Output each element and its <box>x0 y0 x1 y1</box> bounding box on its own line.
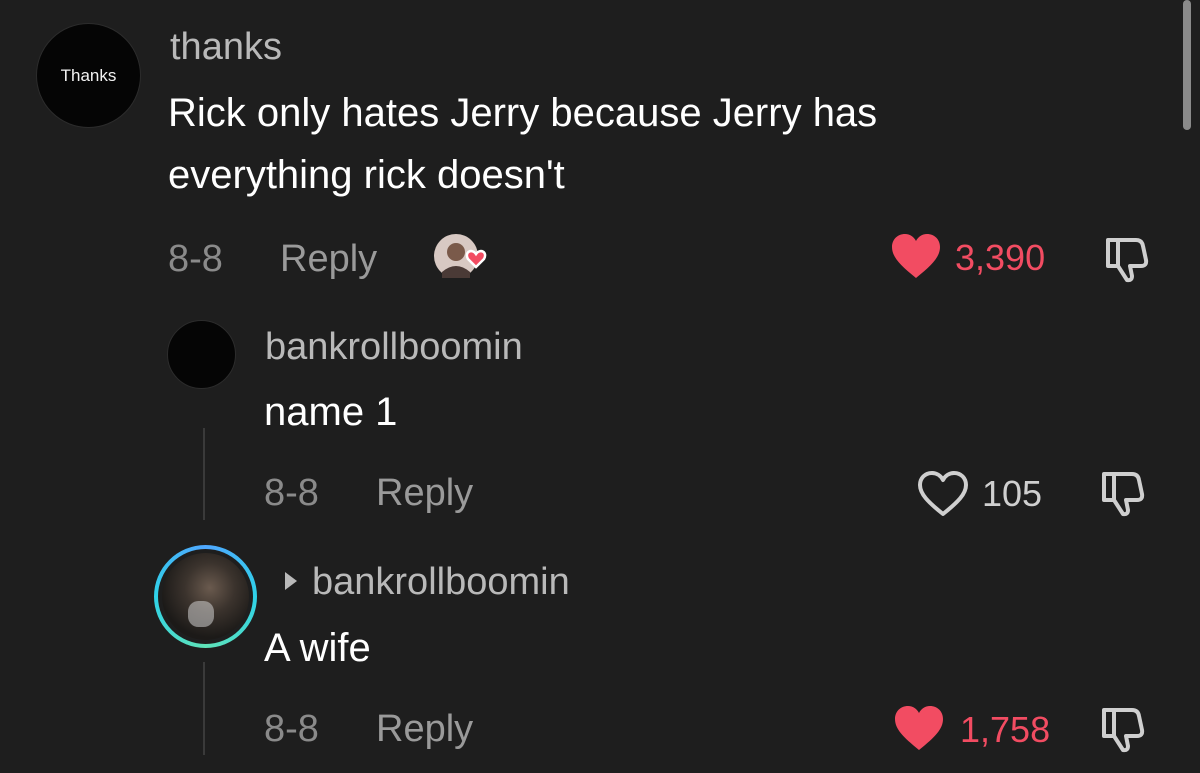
reply-text: name 1 <box>264 390 398 434</box>
heart-icon <box>892 234 940 278</box>
thread-line <box>203 428 205 520</box>
reply-date: 8-8 <box>264 472 319 514</box>
reply-to-indicator <box>282 570 300 592</box>
avatar-thanks[interactable]: Thanks <box>36 23 141 128</box>
creator-avatar-icon <box>434 234 487 278</box>
avatar-photo <box>162 553 249 640</box>
avatar-label: Thanks <box>60 65 117 85</box>
thumbs-down-icon <box>1102 472 1145 517</box>
reply-text: A wife <box>264 626 371 670</box>
heart-outline-icon <box>918 471 968 516</box>
reply-button[interactable]: Reply <box>376 474 473 512</box>
scrollbar[interactable] <box>1183 0 1191 130</box>
avatar-bankrollboomin[interactable] <box>167 320 236 389</box>
dislike-button[interactable] <box>1098 468 1150 518</box>
heart-icon <box>895 706 943 750</box>
triangle-right-icon <box>285 572 297 590</box>
like-count: 3,390 <box>955 237 1046 278</box>
dislike-button[interactable] <box>1098 704 1150 754</box>
like-count: 1,758 <box>960 709 1051 750</box>
avatar-inner <box>158 549 253 644</box>
like-button[interactable] <box>893 705 945 753</box>
reply-button[interactable]: Reply <box>376 710 473 748</box>
thread-line <box>203 662 205 755</box>
like-count: 105 <box>982 473 1043 514</box>
comment-username[interactable]: thanks <box>170 28 282 66</box>
thumbs-down-icon <box>1102 708 1145 753</box>
like-button[interactable] <box>916 470 970 518</box>
avatar-story-ring[interactable] <box>154 545 257 648</box>
comment-text: Rick only hates Jerry because Jerry has … <box>168 91 878 197</box>
reply-username[interactable]: bankrollboomin <box>312 563 570 601</box>
creator-liked-badge <box>432 232 490 284</box>
reply-username[interactable]: bankrollboomin <box>265 328 523 366</box>
comment-date: 8-8 <box>168 238 223 280</box>
reply-button[interactable]: Reply <box>280 240 377 278</box>
dislike-button[interactable] <box>1102 234 1154 284</box>
thumbs-down-icon <box>1106 238 1149 283</box>
reply-date: 8-8 <box>264 708 319 750</box>
like-button[interactable] <box>890 233 942 281</box>
